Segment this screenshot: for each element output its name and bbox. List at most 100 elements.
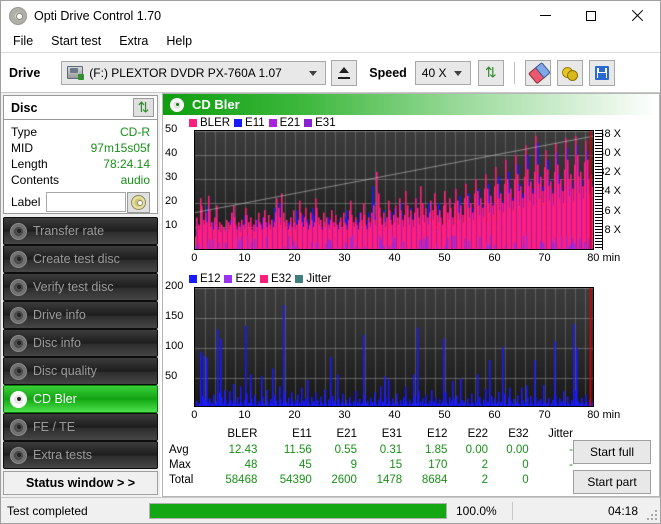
axis-tick-label: 200 (165, 280, 183, 292)
disc-label-button[interactable] (127, 192, 150, 213)
disc-icon (9, 7, 27, 25)
stats-cell: 2 (453, 472, 494, 487)
stats-row-label: Total (167, 472, 209, 487)
disc-info-row: MID 97m15s05f (11, 140, 150, 156)
menu-item-start-test[interactable]: Start test (42, 32, 110, 50)
start-part-button[interactable]: Start part (573, 470, 651, 494)
left-panel: Disc ⇅ Type CD-R MID 97m15s05f Length 78… (1, 93, 160, 497)
sidebar-item-disc-info[interactable]: Disc info (3, 329, 158, 357)
sidebar-item-label: Verify test disc (33, 280, 114, 294)
axis-tick-label: 20 (288, 252, 300, 264)
sidebar-item-verify-test-disc[interactable]: Verify test disc (3, 273, 158, 301)
disc-icon (10, 223, 27, 240)
drive-select[interactable]: (F:) PLEXTOR DVDR PX-760A 1.07 (61, 61, 326, 85)
stats-cell: 2600 (318, 472, 363, 487)
legend-swatch (234, 119, 242, 127)
axis-tick-label: 70 (538, 252, 550, 264)
legend-item-e12: E12 (189, 273, 220, 285)
sidebar-item-cd-bler[interactable]: CD Bler (3, 385, 158, 413)
bler-chart: BLER E11 E21 E31 1020304050 8 X16 X24 X3… (163, 115, 659, 267)
sidebar-item-transfer-rate[interactable]: Transfer rate (3, 217, 158, 245)
legend-swatch (269, 119, 277, 127)
close-button[interactable] (614, 1, 660, 30)
stats-col-e12: E12 (408, 426, 453, 442)
disc-info-header: Disc ⇅ (4, 96, 157, 120)
stats-col-e32: E32 (494, 426, 535, 442)
stats-cell: 0.55 (318, 442, 363, 457)
bulb-button[interactable] (557, 60, 583, 86)
stats-col-e11: E11 (263, 426, 317, 442)
right-axis-ticks (595, 130, 603, 250)
table-row: Max 48 45 9 15 170 2 0 - (167, 457, 579, 472)
eject-button[interactable] (331, 60, 357, 86)
sidebar-item-fe-te[interactable]: FE / TE (3, 413, 158, 441)
erase-button[interactable] (525, 60, 551, 86)
e12-chart-legend: E12 E22 E32 Jitter (189, 272, 331, 286)
legend-label: BLER (200, 117, 230, 129)
disc-type-value: CD-R (120, 124, 150, 140)
disc-info-row: Type CD-R (11, 124, 150, 140)
disc-mid-label: MID (11, 140, 33, 156)
status-message: Test completed (7, 504, 147, 518)
minimize-button[interactable] (522, 1, 568, 30)
maximize-button[interactable] (568, 1, 614, 30)
bler-chart-legend: BLER E11 E21 E31 (189, 116, 336, 130)
stats-cell: 9 (318, 457, 363, 472)
sidebar-item-extra-tests[interactable]: Extra tests (3, 441, 158, 469)
stats-cell: 58468 (209, 472, 263, 487)
stats-cell: 2 (453, 457, 494, 472)
axis-tick-label: 40 (388, 252, 400, 264)
disc-mid-value: 97m15s05f (91, 140, 150, 156)
speed-select[interactable]: 40 X (415, 61, 471, 85)
eject-icon (337, 67, 351, 79)
disc-refresh-button[interactable]: ⇅ (133, 98, 154, 117)
chart-panel-header: CD Bler (163, 94, 659, 115)
legend-label: E11 (245, 117, 265, 129)
disc-icon (10, 307, 27, 324)
status-bar: Test completed 100.0% 04:18 (1, 497, 660, 523)
table-row: Total 58468 54390 2600 1478 8684 2 0 (167, 472, 579, 487)
save-button[interactable] (589, 60, 615, 86)
legend-item-e22: E22 (224, 273, 255, 285)
status-window-button[interactable]: Status window > > (3, 471, 158, 495)
progress-bar-fill (150, 504, 446, 518)
axis-tick-label: 10 (165, 219, 177, 231)
sidebar-item-disc-quality[interactable]: Disc quality (3, 357, 158, 385)
refresh-icon: ⇅ (136, 100, 151, 115)
menu-item-help[interactable]: Help (157, 32, 201, 50)
disc-info-rows: Type CD-R MID 97m15s05f Length 78:24.14 … (4, 120, 157, 213)
elapsed-time: 04:18 (608, 504, 638, 518)
legend-item-jitter: Jitter (295, 273, 331, 285)
sidebar-item-label: Disc info (33, 336, 81, 350)
disc-icon (10, 363, 27, 380)
sidebar-item-label: Extra tests (33, 448, 92, 462)
disc-icon (10, 279, 27, 296)
axis-tick-label: 100 (165, 340, 183, 352)
axis-tick-label: 0 (191, 409, 197, 421)
axis-tick-label: 40 (388, 409, 400, 421)
progress-percent: 100.0% (456, 504, 502, 518)
disc-type-label: Type (11, 124, 37, 140)
menu-item-extra[interactable]: Extra (110, 32, 157, 50)
disc-icon (10, 251, 27, 268)
legend-label: E12 (200, 273, 220, 285)
sidebar-item-drive-info[interactable]: Drive info (3, 301, 158, 329)
disc-label-label: Label (11, 195, 40, 209)
refresh-button[interactable]: ⇅ (478, 60, 504, 86)
stats-col-bler: BLER (209, 426, 263, 442)
disc-icon (170, 98, 184, 112)
chart-panel: CD Bler BLER E11 E21 E31 1020304050 8 X1… (162, 93, 660, 497)
drive-select-value: (F:) PLEXTOR DVDR PX-760A 1.07 (89, 66, 282, 80)
sidebar-item-create-test-disc[interactable]: Create test disc (3, 245, 158, 273)
menu-item-file[interactable]: File (4, 32, 42, 50)
resize-grip[interactable] (645, 508, 657, 520)
stats-cell: 1478 (363, 472, 408, 487)
axis-tick-label: 50 (438, 252, 450, 264)
stats-cell: 0 (494, 457, 535, 472)
legend-swatch (295, 275, 303, 283)
eraser-icon (528, 63, 548, 82)
stats-cell: 170 (408, 457, 453, 472)
start-full-button[interactable]: Start full (573, 440, 651, 464)
disc-label-input[interactable] (46, 192, 126, 212)
stats-cell: 0.00 (494, 442, 535, 457)
